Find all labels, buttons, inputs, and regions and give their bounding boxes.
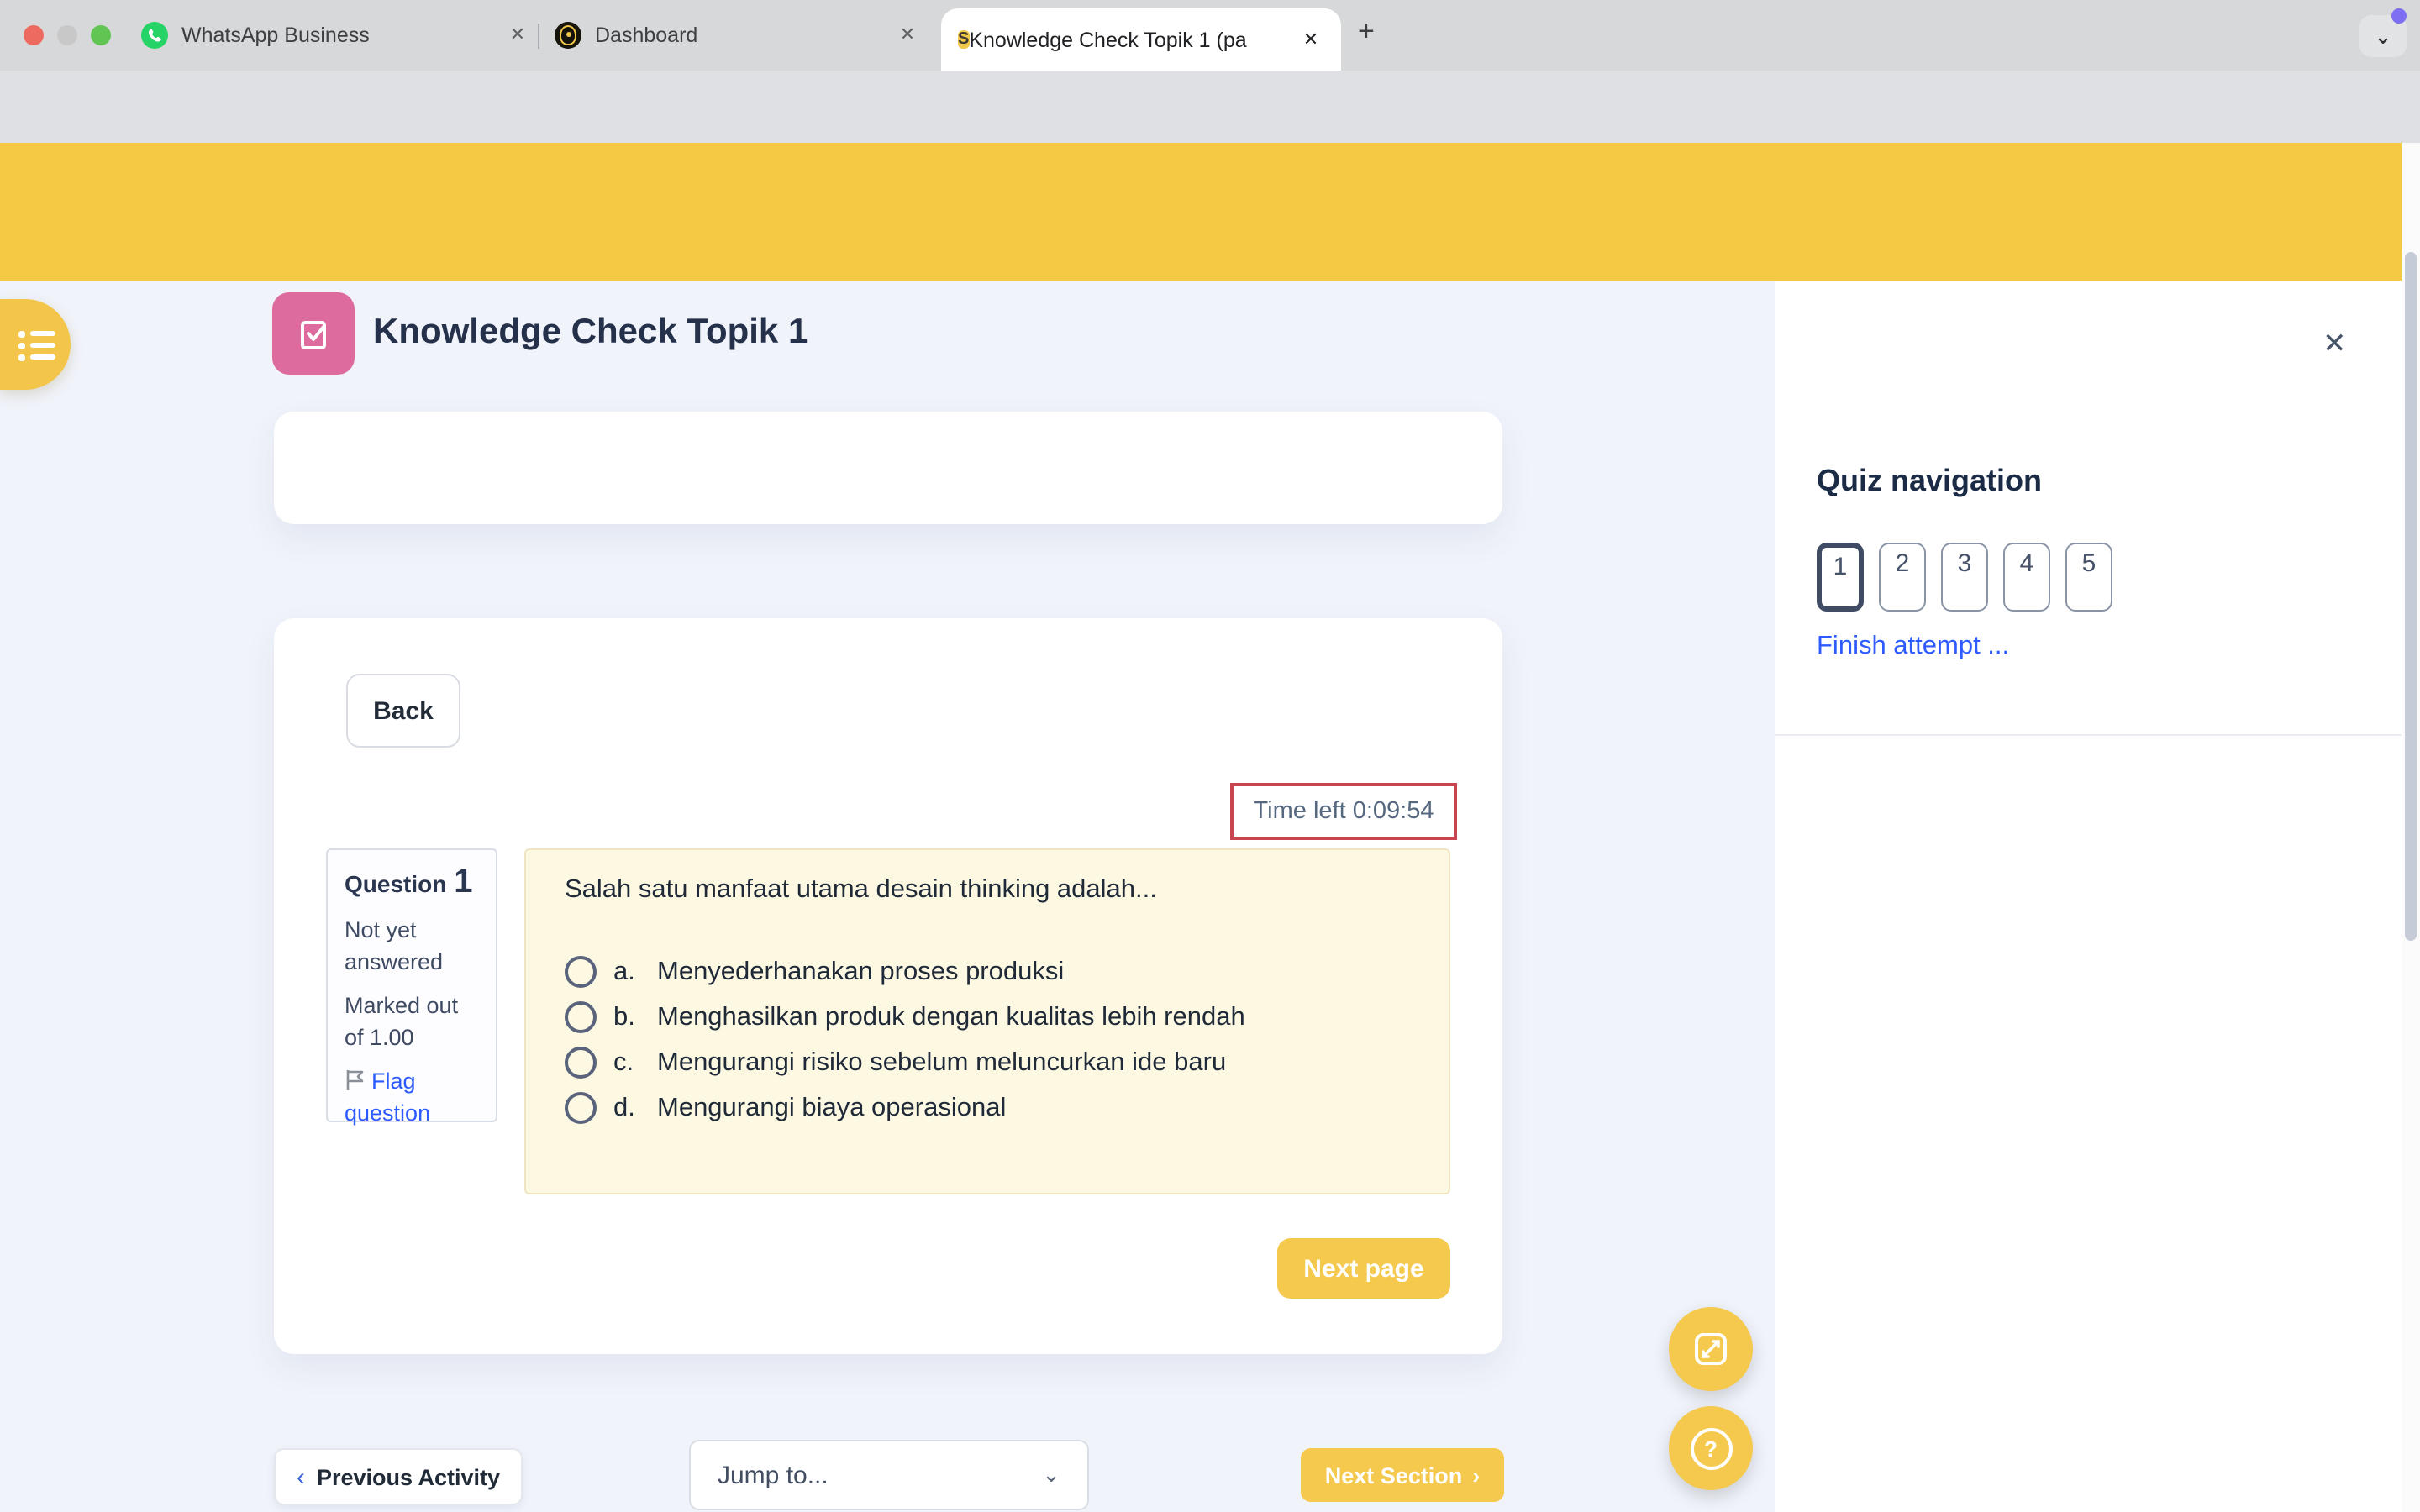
expand-icon: [1692, 1331, 1729, 1368]
sidebar-close-icon[interactable]: ✕: [2323, 328, 2347, 361]
tab-whatsapp[interactable]: WhatsApp Business ✕: [141, 0, 531, 71]
quiz-nav-question-1[interactable]: 1: [1817, 543, 1864, 612]
tab-title: Knowledge Check Topik 1 (pa: [969, 28, 1246, 51]
quiz-activity-icon: [272, 292, 355, 375]
chevron-left-icon: ‹: [297, 1462, 305, 1491]
quiz-navigation-buttons: 1 2 3 4 5: [1817, 543, 2112, 612]
chevron-down-icon: ⌄: [1042, 1462, 1060, 1488]
flag-icon: [345, 1068, 366, 1092]
scrollbar-thumb[interactable]: [2405, 252, 2417, 941]
checkbox-icon: [293, 313, 334, 354]
next-page-button[interactable]: Next page: [1277, 1238, 1450, 1299]
question-status: Not yet answered: [345, 914, 479, 978]
window-close-button[interactable]: [24, 25, 44, 45]
quiz-info-card: [274, 412, 1502, 524]
option-letter: d.: [613, 1093, 657, 1123]
list-icon: [18, 354, 55, 360]
quiz-timer: Time left 0:09:54: [1230, 783, 1457, 840]
jump-to-label: Jump to...: [718, 1461, 829, 1489]
question-mark-icon: ?: [1690, 1427, 1732, 1469]
sidebar-divider: [1775, 734, 2402, 736]
finish-attempt-link[interactable]: Finish attempt ...: [1817, 632, 2009, 662]
screen: WhatsApp Business ✕ Dashboard ✕ S Knowle…: [0, 0, 2420, 1512]
tab-dashboard[interactable]: Dashboard ✕: [555, 0, 921, 71]
tab-active-quiz[interactable]: S Knowledge Check Topik 1 (pa ✕: [941, 8, 1341, 71]
answer-option-d[interactable]: d. Mengurangi biaya operasional: [565, 1092, 1245, 1124]
smile-favicon: S: [958, 30, 969, 49]
option-text: Menghasilkan produk dengan kualitas lebi…: [657, 1002, 1245, 1032]
option-letter: c.: [613, 1047, 657, 1078]
quiz-nav-question-2[interactable]: 2: [1879, 543, 1926, 612]
fullscreen-fab[interactable]: [1669, 1307, 1753, 1391]
tab-close-icon[interactable]: ✕: [894, 22, 921, 49]
previous-activity-label: Previous Activity: [317, 1464, 500, 1489]
option-text: Mengurangi biaya operasional: [657, 1093, 1006, 1123]
quiz-navigation-title: Quiz navigation: [1817, 464, 2042, 499]
question-info-panel: Question 1 Not yet answered Marked out o…: [326, 848, 497, 1122]
answer-option-b[interactable]: b. Menghasilkan produk dengan kualitas l…: [565, 1001, 1245, 1033]
tab-close-icon[interactable]: ✕: [504, 22, 531, 49]
help-fab[interactable]: ?: [1669, 1406, 1753, 1490]
browser-toolbar: smile.esdm.go.id/lms/mod/quiz/attempt.ph…: [0, 71, 2420, 143]
chevron-right-icon: ›: [1472, 1462, 1480, 1488]
question-text: Salah satu manfaat utama desain thinking…: [565, 875, 1157, 906]
tab-title: WhatsApp Business: [182, 24, 370, 47]
question-number: 1: [454, 864, 472, 900]
radio-button[interactable]: [565, 1047, 597, 1079]
option-text: Menyederhanakan proses produksi: [657, 957, 1064, 987]
next-section-label: Next Section: [1325, 1462, 1463, 1488]
tab-divider: [538, 24, 539, 49]
option-letter: b.: [613, 1002, 657, 1032]
question-marks: Marked out of 1.00: [345, 990, 479, 1053]
page-title: Knowledge Check Topik 1: [373, 312, 808, 353]
new-tab-button[interactable]: +: [1358, 15, 1375, 49]
radio-button[interactable]: [565, 956, 597, 988]
option-text: Mengurangi risiko sebelum meluncurkan id…: [657, 1047, 1226, 1078]
next-section-button[interactable]: Next Section ›: [1301, 1448, 1504, 1502]
answer-option-a[interactable]: a. Menyederhanakan proses produksi: [565, 956, 1245, 988]
tab-close-icon[interactable]: ✕: [1297, 26, 1324, 53]
answer-option-c[interactable]: c. Mengurangi risiko sebelum meluncurkan…: [565, 1047, 1245, 1079]
question-label: Question: [345, 870, 446, 897]
radio-button[interactable]: [565, 1092, 597, 1124]
radio-button[interactable]: [565, 1001, 597, 1033]
back-button[interactable]: Back: [346, 674, 460, 748]
quiz-nav-question-5[interactable]: 5: [2065, 543, 2112, 612]
app-header: SmilE SMILE Reguler OSL Learnext I1 ⌄: [0, 143, 2420, 281]
flag-question-link[interactable]: Flag question: [345, 1065, 479, 1129]
tab-title: Dashboard: [595, 24, 697, 47]
browser-tab-bar: WhatsApp Business ✕ Dashboard ✕ S Knowle…: [0, 0, 2420, 71]
window-zoom-button[interactable]: [91, 25, 111, 45]
window-minimize-button[interactable]: [57, 25, 77, 45]
quiz-nav-question-4[interactable]: 4: [2003, 543, 2050, 612]
list-icon: [18, 331, 55, 337]
option-letter: a.: [613, 957, 657, 987]
whatsapp-icon: [141, 22, 168, 49]
previous-activity-button[interactable]: ‹ Previous Activity: [274, 1448, 523, 1505]
chevron-down-icon: ⌄: [2374, 23, 2392, 50]
answer-options: a. Menyederhanakan proses produksi b. Me…: [565, 956, 1245, 1124]
quiz-nav-question-3[interactable]: 3: [1941, 543, 1988, 612]
update-indicator-dot: [2391, 8, 2407, 24]
esdm-logo-icon: [555, 22, 581, 49]
jump-to-select[interactable]: Jump to... ⌄: [689, 1440, 1089, 1510]
list-icon: [18, 343, 55, 349]
